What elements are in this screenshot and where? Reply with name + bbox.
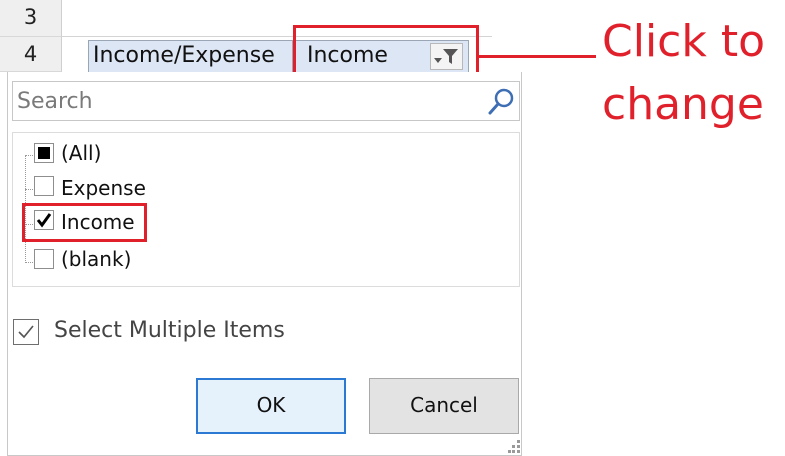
select-multiple-checkbox[interactable]: [13, 319, 39, 345]
annotation-line-1: Click to: [602, 16, 766, 67]
grip-dot: [508, 450, 511, 453]
filter-item-expense[interactable]: Expense: [34, 174, 174, 204]
search-icon: [488, 88, 514, 115]
pivot-field-label: Income/Expense: [93, 43, 275, 68]
ok-button[interactable]: OK: [196, 378, 346, 434]
checkbox-expense[interactable]: [34, 176, 54, 196]
search-input[interactable]: [17, 88, 477, 114]
checkmark-icon: [18, 325, 34, 339]
pivot-field-label-cell[interactable]: Income/Expense: [88, 40, 293, 73]
grip-dot: [517, 450, 520, 453]
resize-grip-icon[interactable]: [508, 440, 522, 454]
filter-item-all[interactable]: (All): [34, 139, 174, 169]
select-multiple-toggle[interactable]: Select Multiple Items: [13, 316, 313, 348]
checkbox-all[interactable]: [34, 143, 54, 163]
grip-dot: [512, 450, 515, 453]
row-number: 4: [23, 42, 38, 66]
row-number: 3: [23, 5, 38, 29]
annotation-line-2: change: [602, 79, 764, 130]
row-header-4[interactable]: 4: [0, 37, 62, 72]
filter-item-label: (All): [61, 141, 102, 165]
filter-item-label: Expense: [61, 176, 146, 200]
row-header-3[interactable]: 3: [0, 0, 62, 37]
grip-dot: [512, 445, 515, 448]
cancel-button[interactable]: Cancel: [369, 378, 519, 434]
annotation-connector-line: [479, 55, 596, 58]
indeterminate-mark-icon: [38, 147, 50, 159]
checkbox-blank[interactable]: [34, 249, 54, 269]
income-highlight-box: [22, 203, 147, 242]
select-multiple-label: Select Multiple Items: [54, 318, 285, 343]
grip-dot: [517, 440, 520, 443]
search-box[interactable]: [12, 81, 520, 121]
filter-item-blank[interactable]: (blank): [34, 245, 174, 275]
filter-item-label: (blank): [61, 247, 132, 271]
grip-dot: [517, 445, 520, 448]
